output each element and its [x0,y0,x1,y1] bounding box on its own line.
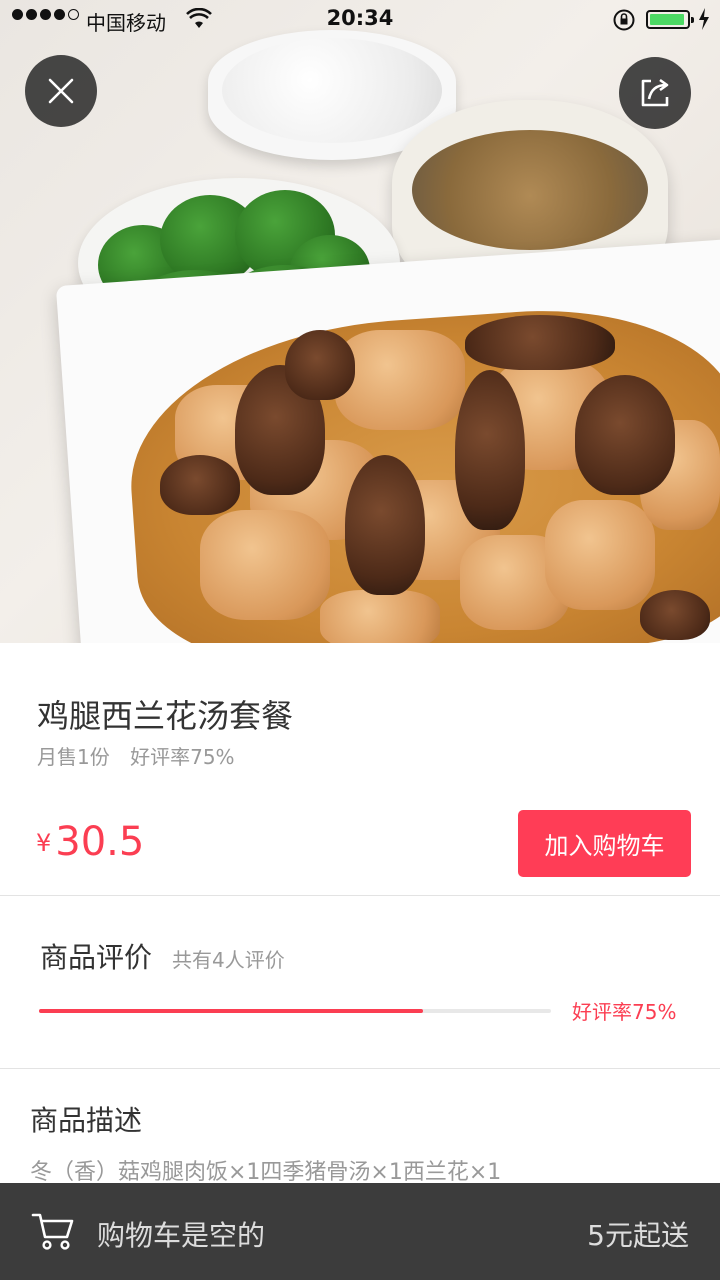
reviews-title: 商品评价 [40,941,153,974]
cart-icon [31,1213,74,1250]
dish-image: 中国移动 20:34 [0,0,720,643]
reviews-count: 共有4人评价 [172,948,285,972]
mushroom-illustration [160,455,240,515]
share-button[interactable] [619,57,691,129]
dish-name: 鸡腿西兰花汤套餐 [37,697,294,735]
mushroom-illustration [345,455,425,595]
dish-price: ¥30.5 [36,819,144,865]
currency-symbol: ¥ [36,829,52,857]
status-bar: 中国移动 20:34 [0,0,720,40]
rice-illustration [222,38,442,143]
close-button[interactable] [25,55,97,127]
share-icon [641,78,669,107]
mushroom-illustration [285,330,355,400]
rotation-lock-icon [613,9,635,31]
charging-icon [699,8,709,30]
rating-label: 好评率75% [572,1000,677,1024]
dish-info-panel: 鸡腿西兰花汤套餐 月售1份 好评率75% ¥30.5 加入购物车 [0,643,720,896]
mushroom-illustration [575,375,675,495]
battery-icon [646,10,694,29]
minimum-order: 5元起送 [587,1219,689,1252]
add-to-cart-button[interactable]: 加入购物车 [518,810,691,877]
chicken-illustration [200,510,330,620]
monthly-sales: 月售1份 [37,745,110,769]
cart-empty-text: 购物车是空的 [97,1219,266,1252]
chicken-illustration [320,590,440,643]
positive-rate: 好评率75% [130,745,235,769]
soup-illustration [412,130,648,250]
close-icon [48,78,74,104]
description-title: 商品描述 [30,1104,143,1137]
rating-bar [39,1009,551,1013]
cart-bar[interactable]: 购物车是空的 5元起送 [0,1183,720,1280]
description-text: 冬（香）菇鸡腿肉饭×1四季猪骨汤×1西兰花×1 [30,1160,502,1185]
mushroom-illustration [465,315,615,370]
reviews-section[interactable]: 商品评价 共有4人评价 好评率75% [0,896,720,1069]
mushroom-illustration [455,370,525,530]
chicken-illustration [335,330,465,430]
price-value: 30.5 [55,819,145,865]
chicken-illustration [545,500,655,610]
rating-bar-fill [39,1009,423,1013]
description-section: 商品描述 冬（香）菇鸡腿肉饭×1四季猪骨汤×1西兰花×1 [0,1069,720,1189]
mushroom-illustration [640,590,710,640]
dish-meta: 月售1份 好评率75% [37,741,235,770]
